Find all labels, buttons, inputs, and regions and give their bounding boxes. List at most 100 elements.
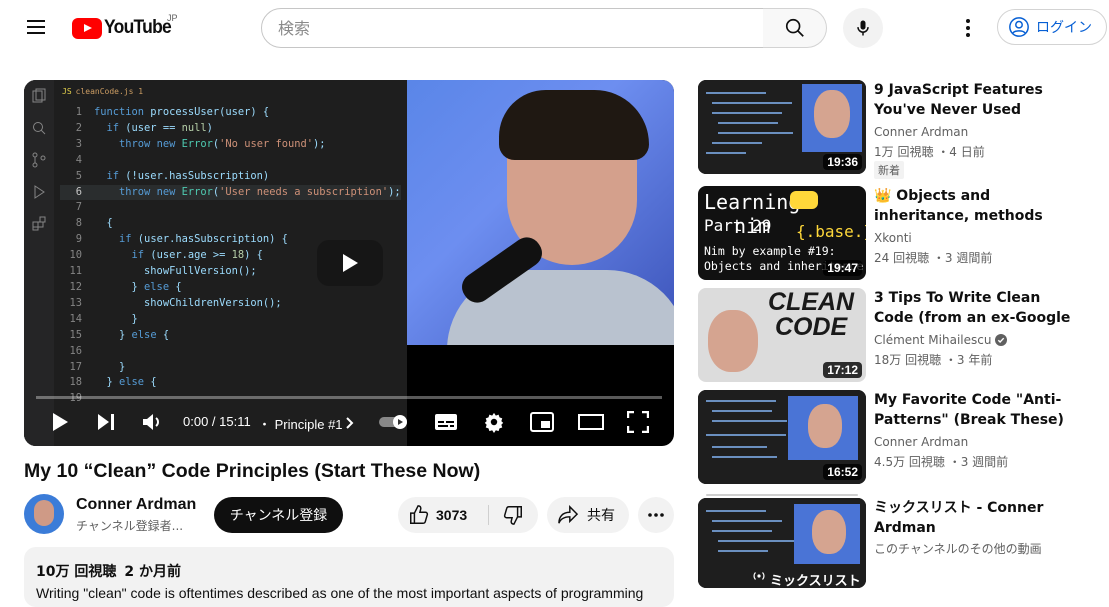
line-number: 2 (75, 121, 82, 134)
new-badge: 新着 (874, 161, 904, 179)
subscriber-count: チャンネル登録者... (76, 519, 184, 533)
code-line: 17 } (60, 360, 401, 376)
play-icon (343, 254, 358, 272)
recommendation-title[interactable]: My Favorite Code "Anti-Patterns" (Break … (874, 390, 1074, 430)
search-box (261, 8, 764, 48)
play-button[interactable] (48, 410, 72, 434)
chapter-label: ・ Principle #1 (258, 417, 343, 432)
subtitles-button[interactable] (434, 410, 458, 434)
miniplayer-button[interactable] (530, 410, 554, 434)
recommendation-item[interactable]: 19:36 9 JavaScript Features You've Never… (698, 80, 1088, 179)
video-duration: 19:36 (823, 154, 862, 170)
presenter-hair (499, 90, 649, 160)
mix-label: ミックスリスト (770, 574, 861, 588)
video-player[interactable]: JS cleanCode.js 1 1 function processUser(u… (24, 80, 674, 446)
more-horizontal-icon (648, 513, 664, 517)
chapter-title[interactable]: ・ Principle #1 (258, 414, 354, 433)
recommendation-channel[interactable]: Conner Ardman (874, 125, 968, 139)
channel-name[interactable]: Conner Ardman (76, 496, 196, 514)
recommendation-title[interactable]: ミックスリスト - Conner Ardman (874, 498, 1074, 538)
code-line: 18 } else { (60, 375, 401, 391)
video-thumbnail[interactable]: Learning nim Part 29 {.base.} Nim by exa… (698, 186, 866, 280)
search-input[interactable] (262, 9, 763, 47)
recommendation-title[interactable]: 9 JavaScript Features You've Never Used (874, 80, 1074, 120)
settings-button[interactable] (482, 410, 506, 434)
files-icon (32, 88, 46, 103)
description-box[interactable]: 10万 回視聴 2 か月前 Writing "clean" code is oft… (24, 547, 674, 607)
mix-playlist-item[interactable]: ミックスリスト ミックスリスト - Conner Ardman このチャンネルの… (698, 494, 1088, 588)
youtube-logo[interactable]: YouTube (72, 17, 177, 39)
mute-button[interactable] (140, 410, 164, 434)
fullscreen-icon (627, 411, 649, 433)
thumbnail-text-line-1: CLEAN (768, 288, 855, 316)
search-icon (785, 18, 804, 37)
line-number: 3 (75, 137, 82, 150)
autoplay-toggle[interactable] (378, 410, 412, 434)
code-text: throw new Error('User needs a subscripti… (119, 185, 401, 198)
recommendation-channel[interactable]: Xkonti (874, 231, 912, 245)
chevron-right-icon (346, 417, 354, 429)
recommendation-stats: 1万 回視聴 ・4 日前 (874, 145, 985, 159)
recommendation-channel: このチャンネルのその他の動画 (874, 542, 1042, 556)
settings-menu-button[interactable] (956, 16, 980, 40)
recommendation-item[interactable]: Learning nim Part 29 {.base.} Nim by exa… (698, 186, 1088, 280)
subtitles-icon (435, 414, 457, 430)
share-label: 共有 (587, 508, 615, 524)
playlist-thumbnail[interactable]: ミックスリスト (698, 498, 866, 588)
code-line: 7 (60, 200, 401, 216)
line-number: 5 (75, 169, 82, 182)
thumbnail-text-learning-word: Learning (704, 190, 801, 214)
share-button[interactable]: 共有 (547, 497, 629, 533)
line-number: 17 (69, 360, 82, 373)
line-number: 13 (69, 296, 82, 309)
video-thumbnail[interactable]: 19:36 (698, 80, 866, 174)
logo-text: YouTube (104, 17, 172, 38)
thumbnail-text-part: Part 29 (704, 216, 772, 235)
subscribe-button[interactable]: チャンネル登録 (214, 497, 343, 533)
thumbs-up-icon (410, 505, 429, 524)
volume-icon (143, 414, 159, 430)
player-controls: 0:00 / 15:11 ・ Principle #1 (24, 400, 674, 446)
recommendation-item[interactable]: CLEAN CODE 17:12 3 Tips To Write Clean Co… (698, 288, 1088, 382)
recommendation-title[interactable]: 👑 Objects and inheritance, methods and U… (874, 186, 1074, 226)
recommendation-stats: 24 回視聴 ・3 週間前 (874, 251, 993, 265)
theater-mode-button[interactable] (578, 410, 604, 434)
hamburger-menu-icon[interactable] (24, 16, 48, 40)
code-text: } else { (94, 328, 170, 341)
video-thumbnail[interactable]: CLEAN CODE 17:12 (698, 288, 866, 382)
code-text: } (94, 360, 126, 373)
progress-bar[interactable] (36, 396, 662, 399)
video-thumbnail[interactable]: 16:52 (698, 390, 866, 484)
description-meta: 10万 回視聴 2 か月前 (36, 561, 662, 581)
code-line: 5 if (!user.hasSubscription) (60, 169, 401, 185)
channel-avatar[interactable] (24, 494, 64, 534)
like-count: 3073 (436, 507, 468, 523)
recommendation-channel-row[interactable]: Clément Mihailescu (874, 333, 1008, 347)
recommendation-item[interactable]: 16:52 My Favorite Code "Anti-Patterns" (… (698, 390, 1088, 484)
login-button[interactable]: ログイン (997, 9, 1107, 45)
line-number: 6 (75, 185, 82, 198)
account-icon (1009, 17, 1029, 37)
fullscreen-button[interactable] (626, 410, 650, 434)
like-button[interactable]: 3073 (398, 497, 488, 533)
dislike-button[interactable] (490, 497, 536, 533)
thumbnail-face (814, 90, 850, 138)
recommendation-stats: 18万 回視聴 ・3 年前 (874, 353, 993, 367)
autoplay-toggle-icon (379, 415, 407, 429)
code-text: throw new Error('No user found'); (119, 137, 326, 150)
recommendation-channel[interactable]: Conner Ardman (874, 435, 968, 449)
like-separator (488, 505, 489, 525)
voice-search-button[interactable] (843, 8, 883, 48)
code-text: } else { (94, 376, 157, 389)
skip-next-icon (98, 414, 114, 430)
editor-activity-bar (24, 80, 54, 446)
line-number: 10 (69, 249, 82, 262)
search-button[interactable] (763, 8, 827, 48)
code-line: 14 } (60, 312, 401, 328)
recommendation-title[interactable]: 3 Tips To Write Clean Code (from an ex-G… (874, 288, 1074, 328)
large-play-button[interactable] (317, 240, 383, 286)
channel-row: Conner Ardman チャンネル登録者... チャンネル登録 3073 共… (24, 493, 674, 535)
next-button[interactable] (94, 410, 118, 434)
more-actions-button[interactable] (638, 497, 674, 533)
gear-icon (484, 412, 504, 433)
